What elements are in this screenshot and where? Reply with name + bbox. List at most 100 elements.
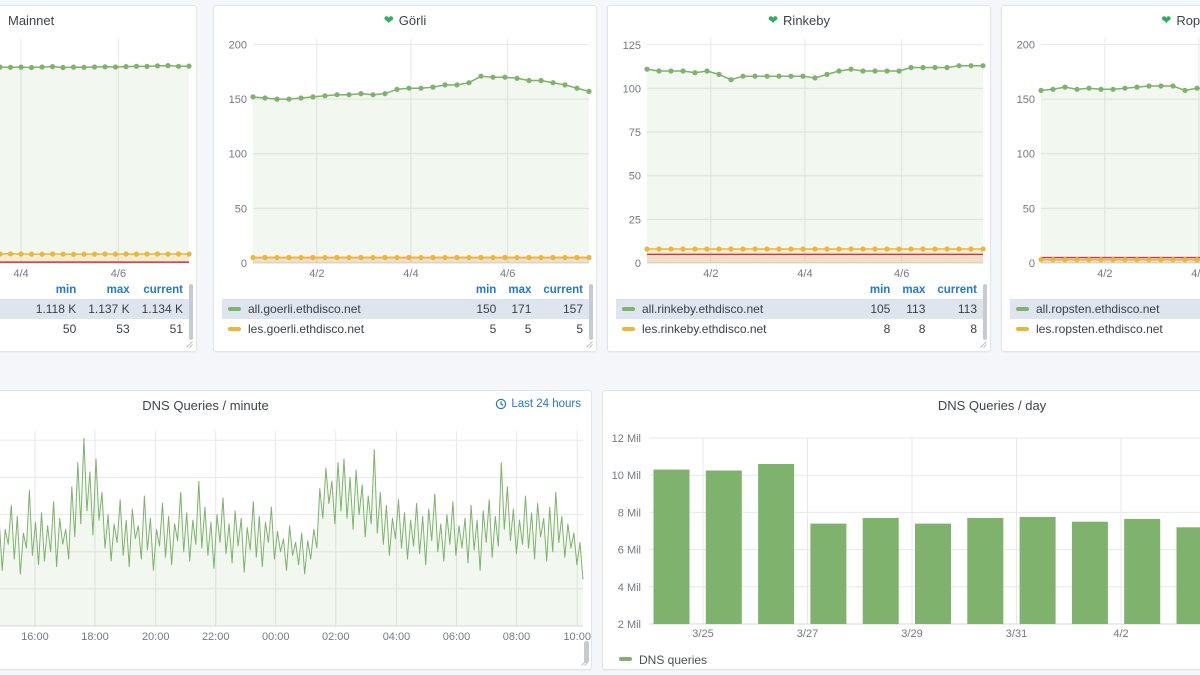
data-point[interactable] <box>1170 257 1176 263</box>
data-point[interactable] <box>18 251 24 257</box>
data-point[interactable] <box>932 64 938 71</box>
data-point[interactable] <box>514 254 520 261</box>
legend-row[interactable]: les.goerli.ethdisco.net 5 5 5 <box>222 319 589 339</box>
data-point[interactable] <box>586 88 592 94</box>
data-point[interactable] <box>896 246 902 252</box>
data-point[interactable] <box>394 86 400 92</box>
data-point[interactable] <box>133 63 140 69</box>
data-point[interactable] <box>740 246 746 252</box>
data-point[interactable] <box>406 254 412 261</box>
data-point[interactable] <box>430 84 436 90</box>
data-point[interactable] <box>60 64 66 71</box>
data-point[interactable] <box>262 95 268 101</box>
legend-header[interactable]: current <box>537 282 589 299</box>
data-point[interactable] <box>716 71 722 77</box>
data-point[interactable] <box>1146 83 1152 89</box>
data-point[interactable] <box>60 251 66 257</box>
data-point[interactable] <box>968 63 974 69</box>
data-point[interactable] <box>370 254 376 261</box>
data-point[interactable] <box>49 251 56 257</box>
bar[interactable] <box>1124 518 1161 624</box>
data-point[interactable] <box>322 254 328 261</box>
data-point[interactable] <box>442 82 448 88</box>
data-point[interactable] <box>1110 86 1116 92</box>
legend-series-label[interactable]: les.rinkeby.ethdisco.net <box>642 322 767 336</box>
data-point[interactable] <box>884 246 890 252</box>
data-point[interactable] <box>836 246 842 252</box>
data-point[interactable] <box>800 73 806 79</box>
bar[interactable] <box>810 523 847 624</box>
data-point[interactable] <box>286 96 292 102</box>
data-point[interactable] <box>704 246 710 252</box>
data-point[interactable] <box>812 75 818 81</box>
data-point[interactable] <box>186 251 192 257</box>
data-point[interactable] <box>716 246 722 252</box>
data-point[interactable] <box>442 254 448 261</box>
data-point[interactable] <box>81 251 87 257</box>
time-range-picker[interactable]: Last 24 hours <box>495 398 581 410</box>
data-point[interactable] <box>250 254 256 261</box>
panel-header[interactable]: ❤ Ropsten <box>1002 6 1200 34</box>
data-point[interactable] <box>1086 85 1092 91</box>
data-point[interactable] <box>322 93 328 99</box>
data-point[interactable] <box>776 73 782 79</box>
data-point[interactable] <box>884 68 890 74</box>
data-point[interactable] <box>1134 84 1140 90</box>
legend-series-label[interactable]: les.goerli.ethdisco.net <box>248 322 364 336</box>
data-point[interactable] <box>692 246 698 252</box>
data-point[interactable] <box>1062 84 1068 90</box>
data-point[interactable] <box>1050 257 1056 263</box>
data-point[interactable] <box>1086 257 1092 263</box>
data-point[interactable] <box>454 254 460 261</box>
data-point[interactable] <box>1182 87 1188 93</box>
data-point[interactable] <box>848 66 854 72</box>
data-point[interactable] <box>980 63 986 69</box>
data-point[interactable] <box>752 73 758 79</box>
data-point[interactable] <box>788 73 794 79</box>
data-point[interactable] <box>728 77 734 83</box>
legend-scrollbar[interactable] <box>983 284 987 340</box>
legend-header[interactable]: max <box>502 282 537 299</box>
data-point[interactable] <box>656 68 662 74</box>
legend-header[interactable]: max <box>82 282 135 299</box>
data-point[interactable] <box>908 64 914 71</box>
data-point[interactable] <box>39 64 45 70</box>
data-point[interactable] <box>70 64 77 70</box>
data-point[interactable] <box>102 251 108 257</box>
panel-header[interactable]: Mainnet <box>0 6 196 34</box>
resize-handle[interactable] <box>586 341 593 348</box>
data-point[interactable] <box>49 64 56 70</box>
data-point[interactable] <box>920 64 926 71</box>
data-point[interactable] <box>800 246 806 252</box>
data-point[interactable] <box>824 246 830 252</box>
data-point[interactable] <box>102 64 108 70</box>
data-point[interactable] <box>1110 257 1116 263</box>
data-point[interactable] <box>812 246 818 252</box>
data-point[interactable] <box>824 71 830 77</box>
data-point[interactable] <box>154 251 161 257</box>
legend-header[interactable]: min <box>470 282 502 299</box>
data-point[interactable] <box>466 80 472 86</box>
data-point[interactable] <box>430 254 436 261</box>
data-point[interactable] <box>28 64 35 71</box>
data-point[interactable] <box>872 68 878 74</box>
data-point[interactable] <box>944 64 950 71</box>
data-point[interactable] <box>944 246 950 252</box>
bar[interactable] <box>1176 527 1200 624</box>
data-point[interactable] <box>123 64 129 70</box>
data-point[interactable] <box>514 75 520 81</box>
data-point[interactable] <box>668 246 674 252</box>
legend-row[interactable]: 1.118 K 1.137 K 1.134 K <box>0 299 189 319</box>
bar[interactable] <box>705 470 742 625</box>
data-point[interactable] <box>1194 257 1200 263</box>
data-point[interactable] <box>1182 257 1188 263</box>
data-point[interactable] <box>574 254 580 261</box>
data-point[interactable] <box>836 68 842 74</box>
data-point[interactable] <box>112 64 119 70</box>
legend-header[interactable]: current <box>136 282 189 299</box>
data-point[interactable] <box>334 254 340 261</box>
data-point[interactable] <box>144 251 150 257</box>
legend-header[interactable]: current <box>931 282 983 299</box>
bar[interactable] <box>915 523 951 624</box>
data-point[interactable] <box>286 254 292 261</box>
